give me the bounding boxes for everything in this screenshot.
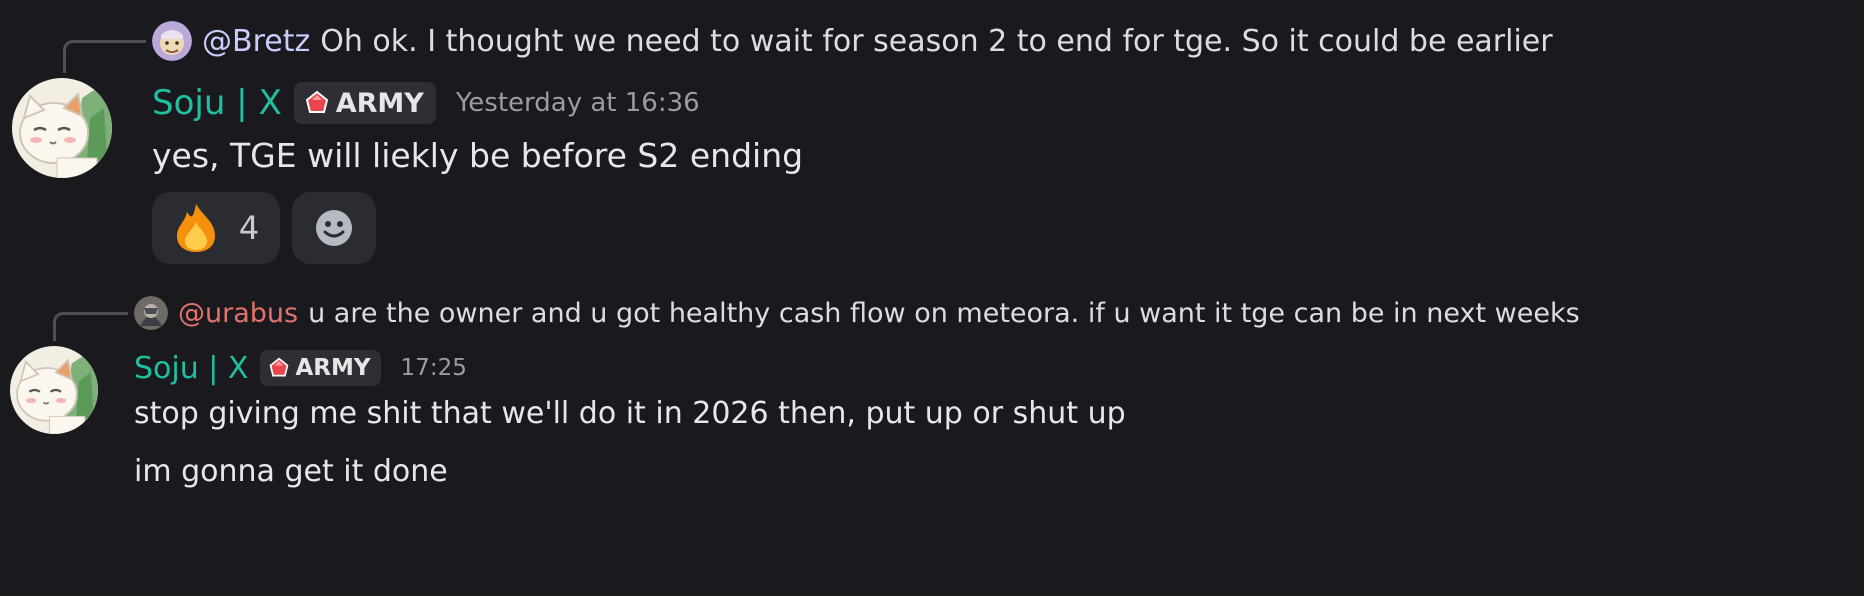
fire-emoji-icon (176, 204, 215, 252)
reply-preview[interactable]: @Bretz Oh ok. I thought we need to wait … (152, 20, 1553, 62)
reply-mention[interactable]: @Bretz (202, 24, 310, 59)
reply-text[interactable]: u are the owner and u got healthy cash f… (308, 298, 1580, 329)
cat-avatar-icon (12, 78, 112, 178)
reply-text[interactable]: Oh ok. I thought we need to wait for sea… (320, 24, 1552, 59)
reply-mention[interactable]: @urabus (178, 298, 298, 329)
message-content-line-2: im gonna get it done (134, 454, 448, 489)
reply-preview[interactable]: @urabus u are the owner and u got health… (134, 294, 1580, 332)
message-content-line-1: stop giving me shit that we'll do it in … (134, 396, 1126, 431)
role-badge[interactable]: ARMY (293, 82, 436, 124)
reply-avatar[interactable] (134, 296, 168, 330)
reply-connector (53, 312, 128, 341)
message-content: yes, TGE will liekly be before S2 ending (152, 136, 804, 175)
message-header: Soju | X ARMY 17:25 (134, 348, 467, 388)
timestamp[interactable]: 17:25 (401, 355, 467, 381)
role-badge-label: ARMY (335, 87, 424, 119)
cat-avatar-icon (10, 346, 98, 434)
add-reaction-button[interactable] (292, 192, 376, 264)
reaction-count: 4 (238, 209, 260, 247)
reply-avatar[interactable] (152, 21, 192, 61)
avatar[interactable] (12, 78, 112, 178)
ruby-icon (305, 90, 328, 113)
username[interactable]: Soju | X (134, 351, 248, 386)
timestamp[interactable]: Yesterday at 16:36 (456, 88, 700, 118)
reaction-fire[interactable]: 4 (152, 192, 280, 264)
username[interactable]: Soju | X (152, 83, 282, 123)
reply-connector (63, 40, 146, 73)
message-header: Soju | X ARMY Yesterday at 16:36 (152, 80, 700, 126)
avatar[interactable] (10, 346, 98, 434)
role-badge[interactable]: ARMY (260, 350, 381, 386)
ruby-icon (270, 357, 289, 377)
role-badge-label: ARMY (295, 355, 371, 381)
add-reaction-icon (316, 210, 352, 246)
